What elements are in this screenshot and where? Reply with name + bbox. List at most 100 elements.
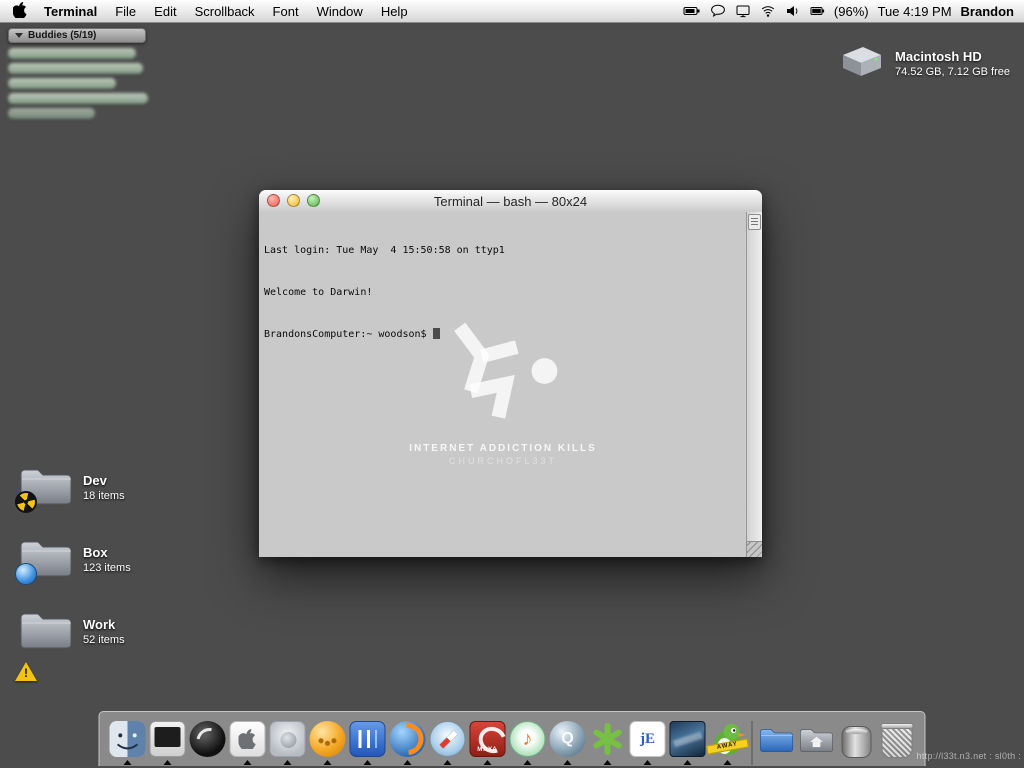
blue-stripes-icon [349, 721, 386, 757]
terminal-app-icon [149, 721, 186, 757]
menu-clock[interactable]: Tue 4:19 PM [878, 4, 952, 19]
buddy-row[interactable] [8, 63, 143, 74]
terminal-window: Terminal — bash — 80x24 INTERNET ADDICTI… [259, 190, 762, 557]
dock-icon-itunes[interactable] [508, 719, 548, 765]
home-folder-icon [799, 721, 835, 757]
dock-icon-home-folder[interactable] [797, 719, 837, 765]
trash-basket [880, 723, 914, 758]
drive-labels: Macintosh HD 74.52 GB, 7.12 GB free [895, 49, 1010, 78]
dock-icon-image[interactable] [668, 719, 708, 765]
folder-count: 123 items [83, 561, 131, 574]
buddy-row[interactable] [8, 78, 116, 89]
dock-icon-sysprefs[interactable] [268, 719, 308, 765]
fast-user-switch-menu[interactable]: Brandon [961, 4, 1014, 19]
folder-name: Box [83, 544, 108, 560]
dock-icon-adium[interactable]: AWAY [706, 719, 749, 765]
running-indicator [243, 760, 252, 765]
close-button[interactable] [267, 194, 280, 207]
watermark-subtitle: CHURCHOFL33T [448, 456, 557, 466]
running-indicator [323, 760, 332, 765]
dock-icon-textedit[interactable] [228, 719, 268, 765]
battery-small-icon[interactable] [810, 3, 825, 19]
terminal-scrollbar[interactable] [746, 212, 762, 542]
minimize-button[interactable] [287, 194, 300, 207]
jedit-icon: jE [629, 721, 666, 757]
blue-folder-icon [759, 721, 795, 757]
running-indicator [563, 760, 572, 765]
warning-badge-icon [15, 660, 37, 682]
folder-count: 52 items [83, 633, 125, 646]
drive-info: 74.52 GB, 7.12 GB free [895, 66, 1010, 78]
folder-labels: Box 123 items [83, 545, 131, 574]
airport-icon[interactable] [760, 3, 776, 19]
folder-icon [15, 608, 74, 680]
dock: MAYA Q jE [98, 711, 926, 766]
dock-icon-terminal[interactable] [148, 719, 188, 765]
menu-window[interactable]: Window [308, 0, 372, 22]
terminal-line: Welcome to Darwin! [264, 287, 373, 298]
terminal-titlebar[interactable]: Terminal — bash — 80x24 [259, 190, 762, 213]
dock-icon-documents-folder[interactable] [757, 719, 797, 765]
running-indicator [123, 760, 132, 765]
dock-icon-finder[interactable] [108, 719, 148, 765]
photo-thumbnail-icon [669, 721, 706, 757]
volume-icon[interactable] [785, 3, 801, 19]
menu-font[interactable]: Font [264, 0, 308, 22]
gray-app-icon [269, 721, 306, 757]
dock-icon-launchbar[interactable] [308, 719, 348, 765]
menu-bar: Terminal File Edit Scrollback Font Windo… [0, 0, 1024, 23]
menu-scrollback[interactable]: Scrollback [186, 0, 264, 22]
menu-file[interactable]: File [106, 0, 145, 22]
desktop-folder-dev[interactable]: Dev 18 items [15, 464, 125, 513]
window-title: Terminal — bash — 80x24 [433, 193, 588, 209]
running-indicator [523, 760, 532, 765]
buddy-list-title: Buddies (5/19) [28, 30, 97, 41]
desktop-folder-work[interactable]: Work 52 items [15, 608, 125, 680]
watermark-title: INTERNET ADDICTION KILLS [409, 443, 597, 454]
terminal-prompt: BrandonsComputer:~ woodson$ [264, 329, 427, 340]
dock-icon-trash[interactable] [877, 719, 917, 765]
trash-icon [879, 721, 915, 758]
menu-app-name[interactable]: Terminal [35, 0, 106, 22]
desktop-icon-macintosh-hd[interactable]: Macintosh HD 74.52 GB, 7.12 GB free [838, 42, 1010, 85]
buddy-row[interactable] [8, 108, 95, 119]
dock-icon-safari[interactable] [428, 719, 468, 765]
battery-percent[interactable]: (96%) [834, 4, 869, 19]
running-indicator [723, 760, 732, 765]
buddy-row[interactable] [8, 48, 136, 59]
folder-labels: Work 52 items [83, 617, 125, 646]
folder-count: 18 items [83, 489, 125, 502]
dock-icon-disc[interactable] [188, 719, 228, 765]
buddy-list-titlebar[interactable]: Buddies (5/19) [8, 28, 146, 43]
folder-name: Work [83, 616, 116, 632]
terminal-prompt-line: BrandonsComputer:~ woodson$ [264, 328, 744, 342]
hard-drive-icon [838, 42, 886, 85]
dock-icon-widget[interactable] [837, 719, 877, 765]
disclosure-triangle-icon[interactable] [15, 33, 23, 38]
dock-separator[interactable] [751, 721, 753, 765]
battery-wide-icon[interactable] [683, 3, 701, 19]
scrollbar-thumb[interactable] [748, 214, 761, 230]
menu-left: Terminal File Edit Scrollback Font Windo… [0, 0, 417, 22]
dock-icon-green-app[interactable] [588, 719, 628, 765]
desktop: Terminal File Edit Scrollback Font Windo… [0, 0, 1024, 768]
menu-edit[interactable]: Edit [145, 0, 185, 22]
dock-icon-firefox[interactable] [388, 719, 428, 765]
desktop-folder-box[interactable]: Box 123 items [15, 536, 131, 585]
safari-compass-icon [429, 721, 466, 757]
dock-icon-mail[interactable] [348, 719, 388, 765]
zoom-button[interactable] [307, 194, 320, 207]
dock-icon-jedit[interactable]: jE [628, 719, 668, 765]
metal-canister-icon [839, 721, 875, 758]
running-indicator [363, 760, 372, 765]
menu-help[interactable]: Help [372, 0, 417, 22]
ichat-bubble-icon[interactable] [710, 3, 726, 19]
buddy-row[interactable] [8, 93, 148, 104]
dock-icon-maya[interactable]: MAYA [468, 719, 508, 765]
globe-badge-icon [15, 563, 37, 585]
dock-icon-quicksilver[interactable]: Q [548, 719, 588, 765]
displays-icon[interactable] [735, 3, 751, 19]
apple-menu[interactable] [0, 0, 35, 22]
terminal-content[interactable]: INTERNET ADDICTION KILLS CHURCHOFL33T La… [259, 212, 762, 557]
resize-grip[interactable] [746, 541, 762, 557]
